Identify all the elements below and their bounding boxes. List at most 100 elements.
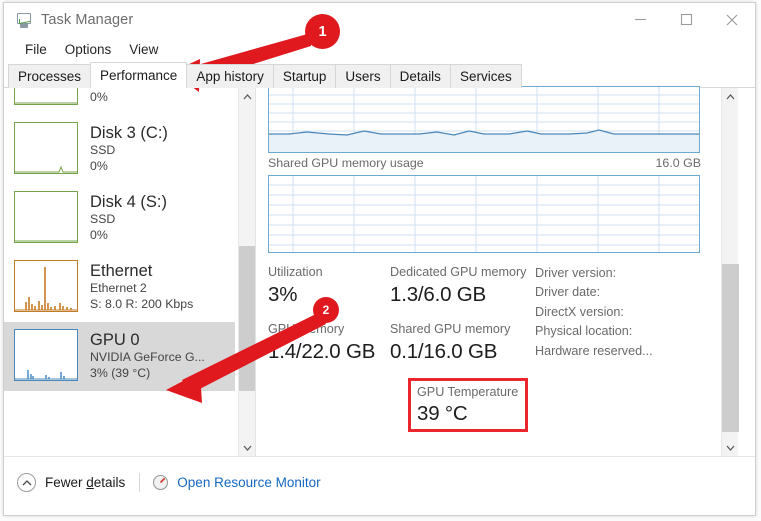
annotation-badge-2: 2 bbox=[313, 297, 339, 323]
gpu-stats-grid: Utilization 3% GPU Memory 1.4/22.0 GB De… bbox=[268, 264, 728, 378]
fewer-details-suffix: etails bbox=[93, 475, 126, 490]
main-scroll-thumb[interactable] bbox=[722, 264, 739, 432]
maximize-icon bbox=[680, 13, 692, 26]
dedicated-gpu-memory-label: Dedicated GPU memory bbox=[390, 265, 527, 279]
open-resource-monitor-link[interactable]: Open Resource Monitor bbox=[177, 475, 320, 490]
fewer-details-accel: d bbox=[86, 475, 94, 490]
tab-performance[interactable]: Performance bbox=[90, 62, 188, 89]
disk-3-thumbnail bbox=[14, 122, 78, 174]
detail-driver-version: Driver version: bbox=[535, 266, 617, 280]
shared-gpu-memory-graph bbox=[268, 175, 700, 253]
gpu-usage-plot bbox=[269, 87, 699, 152]
sidebar-scrollbar[interactable] bbox=[238, 88, 255, 456]
minimize-button[interactable] bbox=[617, 3, 663, 36]
disk-4-thumbnail bbox=[14, 191, 78, 243]
sidebar-scroll-thumb[interactable] bbox=[239, 246, 255, 391]
close-icon bbox=[726, 14, 738, 25]
sidebar-item-sub1: Ethernet 2 bbox=[90, 281, 147, 295]
task-manager-icon bbox=[15, 12, 32, 29]
minimize-icon bbox=[634, 18, 646, 21]
fewer-details-label[interactable]: Fewer details bbox=[45, 475, 125, 490]
tab-processes[interactable]: Processes bbox=[8, 64, 92, 88]
sidebar-scroll-up-button[interactable] bbox=[239, 88, 255, 105]
chevron-up-icon bbox=[726, 93, 735, 99]
chevron-down-icon bbox=[726, 445, 735, 451]
sidebar-item-sub1: NVIDIA GeForce G... bbox=[90, 350, 205, 364]
menu-item-file[interactable]: File bbox=[16, 37, 56, 62]
shared-gpu-memory-graph-label: Shared GPU memory usage bbox=[268, 156, 424, 170]
maximize-button[interactable] bbox=[663, 3, 709, 36]
title-bar: Task Manager bbox=[4, 3, 755, 37]
gpu-details-column: Driver version: Driver date: DirectX ver… bbox=[535, 264, 695, 378]
sidebar-item-ethernet[interactable]: Ethernet Ethernet 2 S: 8.0 R: 200 Kbps bbox=[4, 253, 235, 322]
sidebar-item-disk-4[interactable]: Disk 4 (S:) SSD 0% bbox=[4, 184, 235, 253]
sidebar-item-label: GPU 0 bbox=[90, 331, 140, 349]
sidebar-item-label: Disk 4 (S:) bbox=[90, 193, 168, 211]
shared-gpu-memory-label: Shared GPU memory bbox=[390, 322, 511, 336]
tab-services[interactable]: Services bbox=[449, 64, 522, 88]
main-scroll-up-button[interactable] bbox=[722, 88, 739, 105]
status-divider bbox=[139, 473, 141, 492]
fewer-details-toggle[interactable] bbox=[17, 473, 36, 492]
tab-strip: Processes Performance App history Startu… bbox=[4, 62, 755, 89]
sidebar-item-sub2: 0% bbox=[90, 158, 108, 173]
sidebar-item-sub2: S: 8.0 R: 200 Kbps bbox=[90, 296, 194, 311]
gpu-temperature-highlight-box: GPU Temperature 39 °C bbox=[408, 378, 529, 432]
status-bar: Fewer details Open Resource Monitor bbox=[4, 456, 755, 508]
gpu-temperature-label: GPU Temperature bbox=[417, 385, 519, 399]
resource-list: Disk 2 (A:) SSD 0% Disk 3 (C:) bbox=[4, 88, 235, 391]
detail-hardware-reserved: Hardware reserved... bbox=[535, 343, 653, 358]
sidebar-item-disk-2[interactable]: Disk 2 (A:) SSD 0% bbox=[4, 88, 235, 115]
annotation-badge-1: 1 bbox=[305, 14, 340, 49]
resource-sidebar: Disk 2 (A:) SSD 0% Disk 3 (C:) bbox=[4, 88, 256, 456]
sidebar-item-sub2: 0% bbox=[90, 227, 108, 242]
disk-2-thumbnail bbox=[14, 88, 78, 105]
sidebar-item-sub1: SSD bbox=[90, 212, 116, 226]
shared-gpu-memory-stat: Shared GPU memory 0.1/16.0 GB bbox=[390, 321, 535, 366]
detail-physical-location: Physical location: bbox=[535, 324, 633, 339]
shared-gpu-memory-label-row: Shared GPU memory usage 16.0 GB bbox=[268, 156, 701, 170]
main-scrollbar[interactable] bbox=[721, 88, 739, 456]
detail-directx-version: DirectX version: bbox=[535, 304, 624, 319]
shared-gpu-memory-value: 0.1/16.0 GB bbox=[390, 340, 498, 363]
gpu-memory-label: GPU Memory bbox=[268, 322, 345, 336]
gpu-detail-panel: Shared GPU memory usage 16.0 GB Utilizat… bbox=[256, 86, 739, 456]
main-scroll-down-button[interactable] bbox=[722, 439, 739, 456]
sidebar-item-label: Ethernet bbox=[90, 262, 153, 280]
resource-monitor-icon bbox=[152, 474, 169, 491]
gpu-memory-stat: GPU Memory 1.4/22.0 GB bbox=[268, 321, 390, 366]
gpu-usage-graph bbox=[268, 86, 700, 153]
utilization-label: Utilization bbox=[268, 265, 323, 279]
sidebar-item-sub1: SSD bbox=[90, 143, 116, 157]
shared-gpu-memory-plot bbox=[269, 176, 699, 252]
gpu-stats-column-2: Dedicated GPU memory 1.3/6.0 GB Shared G… bbox=[390, 264, 535, 378]
close-button[interactable] bbox=[709, 3, 755, 36]
tab-details[interactable]: Details bbox=[389, 64, 451, 88]
dedicated-gpu-memory-value: 1.3/6.0 GB bbox=[390, 283, 487, 306]
tab-app-history[interactable]: App history bbox=[186, 64, 274, 88]
window-title: Task Manager bbox=[41, 12, 134, 28]
sidebar-item-label: Disk 3 (C:) bbox=[90, 124, 168, 142]
menu-item-options[interactable]: Options bbox=[56, 37, 121, 62]
task-manager-window: Task Manager File Options View Processes… bbox=[3, 2, 756, 516]
tab-startup[interactable]: Startup bbox=[272, 64, 337, 88]
sidebar-scroll-down-button[interactable] bbox=[239, 439, 255, 456]
detail-driver-date: Driver date: bbox=[535, 285, 601, 300]
sidebar-item-gpu-0[interactable]: GPU 0 NVIDIA GeForce G... 3% (39 °C) bbox=[4, 322, 235, 391]
gpu-0-thumbnail bbox=[14, 329, 78, 381]
ethernet-thumbnail bbox=[14, 260, 78, 312]
sidebar-item-sub2: 0% bbox=[90, 89, 108, 104]
gpu-temperature-value: 39 °C bbox=[417, 402, 468, 425]
menu-item-view[interactable]: View bbox=[120, 37, 167, 62]
sidebar-item-sub2: 3% (39 °C) bbox=[90, 365, 151, 380]
task-manager-screenshot: Task Manager File Options View Processes… bbox=[0, 0, 761, 521]
shared-gpu-memory-graph-max: 16.0 GB bbox=[655, 156, 701, 170]
dedicated-gpu-memory-stat: Dedicated GPU memory 1.3/6.0 GB bbox=[390, 264, 535, 309]
chevron-up-icon bbox=[243, 93, 252, 99]
tab-users[interactable]: Users bbox=[335, 64, 391, 88]
gpu-memory-value: 1.4/22.0 GB bbox=[268, 340, 376, 363]
chevron-down-icon bbox=[243, 445, 252, 451]
menu-bar: File Options View bbox=[4, 37, 755, 62]
sidebar-item-disk-3[interactable]: Disk 3 (C:) SSD 0% bbox=[4, 115, 235, 184]
chevron-up-icon bbox=[22, 479, 31, 485]
